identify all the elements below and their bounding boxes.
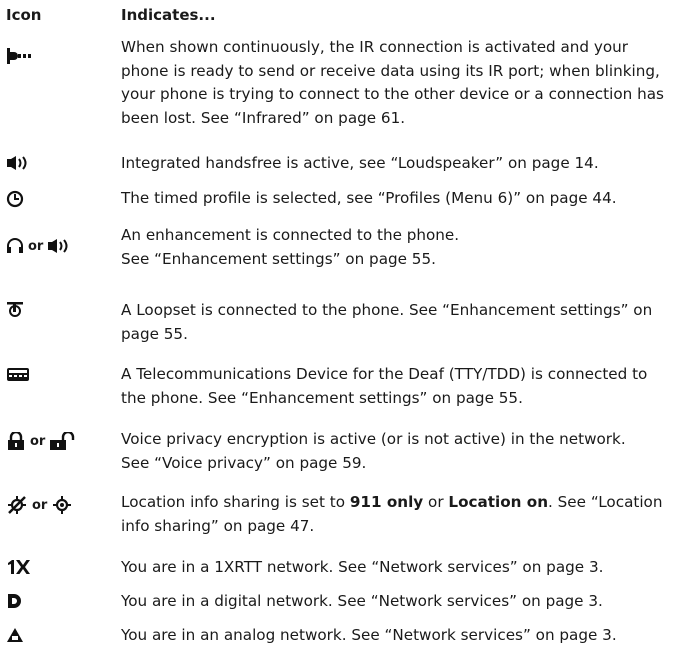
row-description: You are in an analog network. See “Netwo…	[121, 626, 617, 644]
row-description: Location info sharing is set to 911 only…	[121, 493, 663, 535]
or-connector: or	[32, 497, 48, 513]
loopset-icon	[6, 301, 24, 317]
icon-reference-page: Icon Indicates... When shown continuousl…	[0, 0, 673, 653]
row-description: Voice privacy encryption is active (or i…	[121, 430, 626, 472]
row-description: You are in a digital network. See “Netwo…	[121, 592, 603, 610]
tty-tdd-icon	[6, 366, 30, 382]
lock-closed-icon	[6, 432, 26, 450]
location-on-icon	[51, 495, 73, 515]
row-description: Integrated handsfree is active, see “Lou…	[121, 154, 599, 172]
loudspeaker-icon	[47, 238, 71, 254]
timed-profile-icon	[6, 190, 24, 208]
row-description: When shown continuously, the IR connecti…	[121, 38, 664, 127]
row-description: An enhancement is connected to the phone…	[121, 226, 460, 268]
digital-network-icon	[6, 593, 22, 609]
lock-open-icon	[49, 432, 75, 450]
row-description: You are in a 1XRTT network. See “Network…	[121, 558, 604, 576]
analog-network-icon	[6, 627, 24, 643]
icon-column-header: Icon	[6, 6, 42, 24]
integrated-handsfree-icon	[6, 155, 30, 171]
ir-connection-icon	[6, 48, 34, 64]
headset-icon	[6, 238, 24, 254]
1xrtt-network-icon	[6, 559, 32, 575]
or-connector: or	[28, 238, 44, 254]
indicates-column-header: Indicates...	[121, 6, 216, 24]
or-connector: or	[30, 433, 46, 449]
row-description: A Loopset is connected to the phone. See…	[121, 301, 653, 343]
table-header: Icon Indicates...	[0, 2, 673, 30]
location-911-icon	[6, 495, 28, 515]
row-description: A Telecommunications Device for the Deaf…	[121, 365, 648, 407]
row-description: The timed profile is selected, see “Prof…	[121, 189, 617, 207]
